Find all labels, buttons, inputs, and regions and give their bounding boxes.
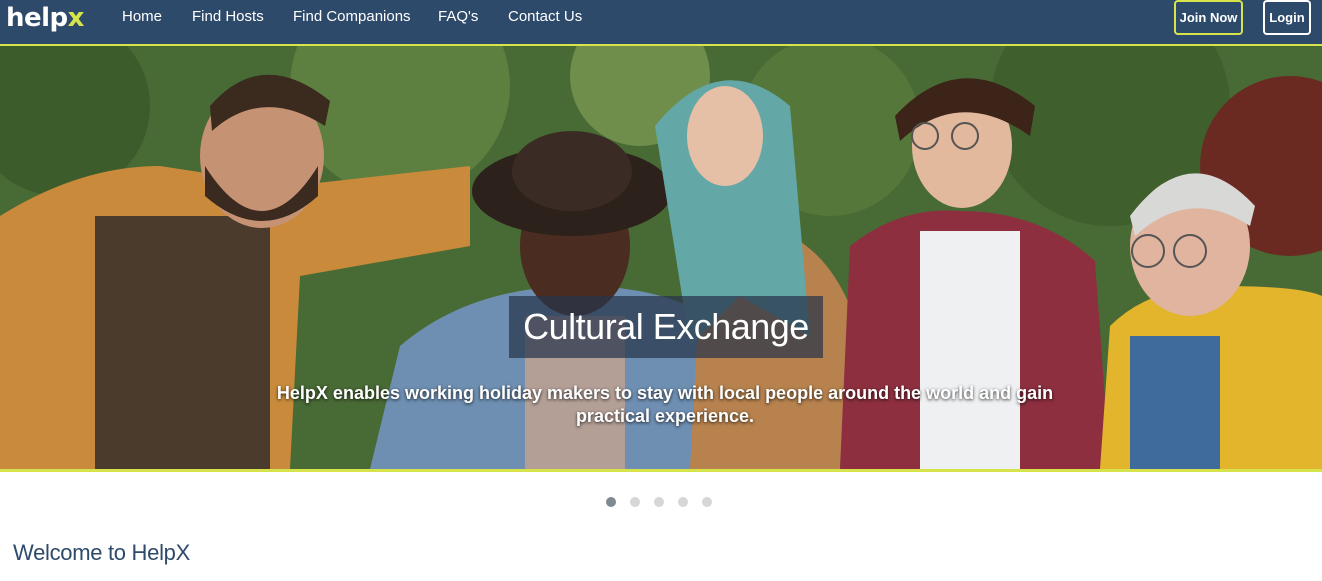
welcome-heading: Welcome to HelpX (13, 540, 190, 565)
nav-link-faqs[interactable]: FAQ's (438, 8, 478, 26)
carousel-dot-2[interactable] (630, 497, 640, 507)
carousel-indicators (606, 497, 712, 507)
hero-title: Cultural Exchange (509, 296, 823, 358)
nav-link-find-hosts[interactable]: Find Hosts (192, 8, 264, 26)
top-navbar: helpx Home Find Hosts Find Companions FA… (0, 0, 1322, 44)
nav-link-contact-us[interactable]: Contact Us (508, 8, 582, 26)
join-now-button[interactable]: Join Now (1174, 0, 1243, 35)
nav-link-home[interactable]: Home (122, 8, 162, 26)
logo-accent-x: x (67, 3, 85, 33)
carousel-dot-1[interactable] (606, 497, 616, 507)
login-button[interactable]: Login (1263, 0, 1311, 35)
carousel-dot-4[interactable] (678, 497, 688, 507)
carousel-dot-3[interactable] (654, 497, 664, 507)
hero-carousel-slide: Cultural Exchange HelpX enables working … (0, 44, 1322, 472)
helpx-logo[interactable]: helpx (6, 3, 84, 33)
nav-link-find-companions[interactable]: Find Companions (293, 8, 411, 26)
logo-text: help (6, 3, 68, 33)
carousel-dot-5[interactable] (702, 497, 712, 507)
hero-subtitle: HelpX enables working holiday makers to … (276, 383, 1054, 426)
